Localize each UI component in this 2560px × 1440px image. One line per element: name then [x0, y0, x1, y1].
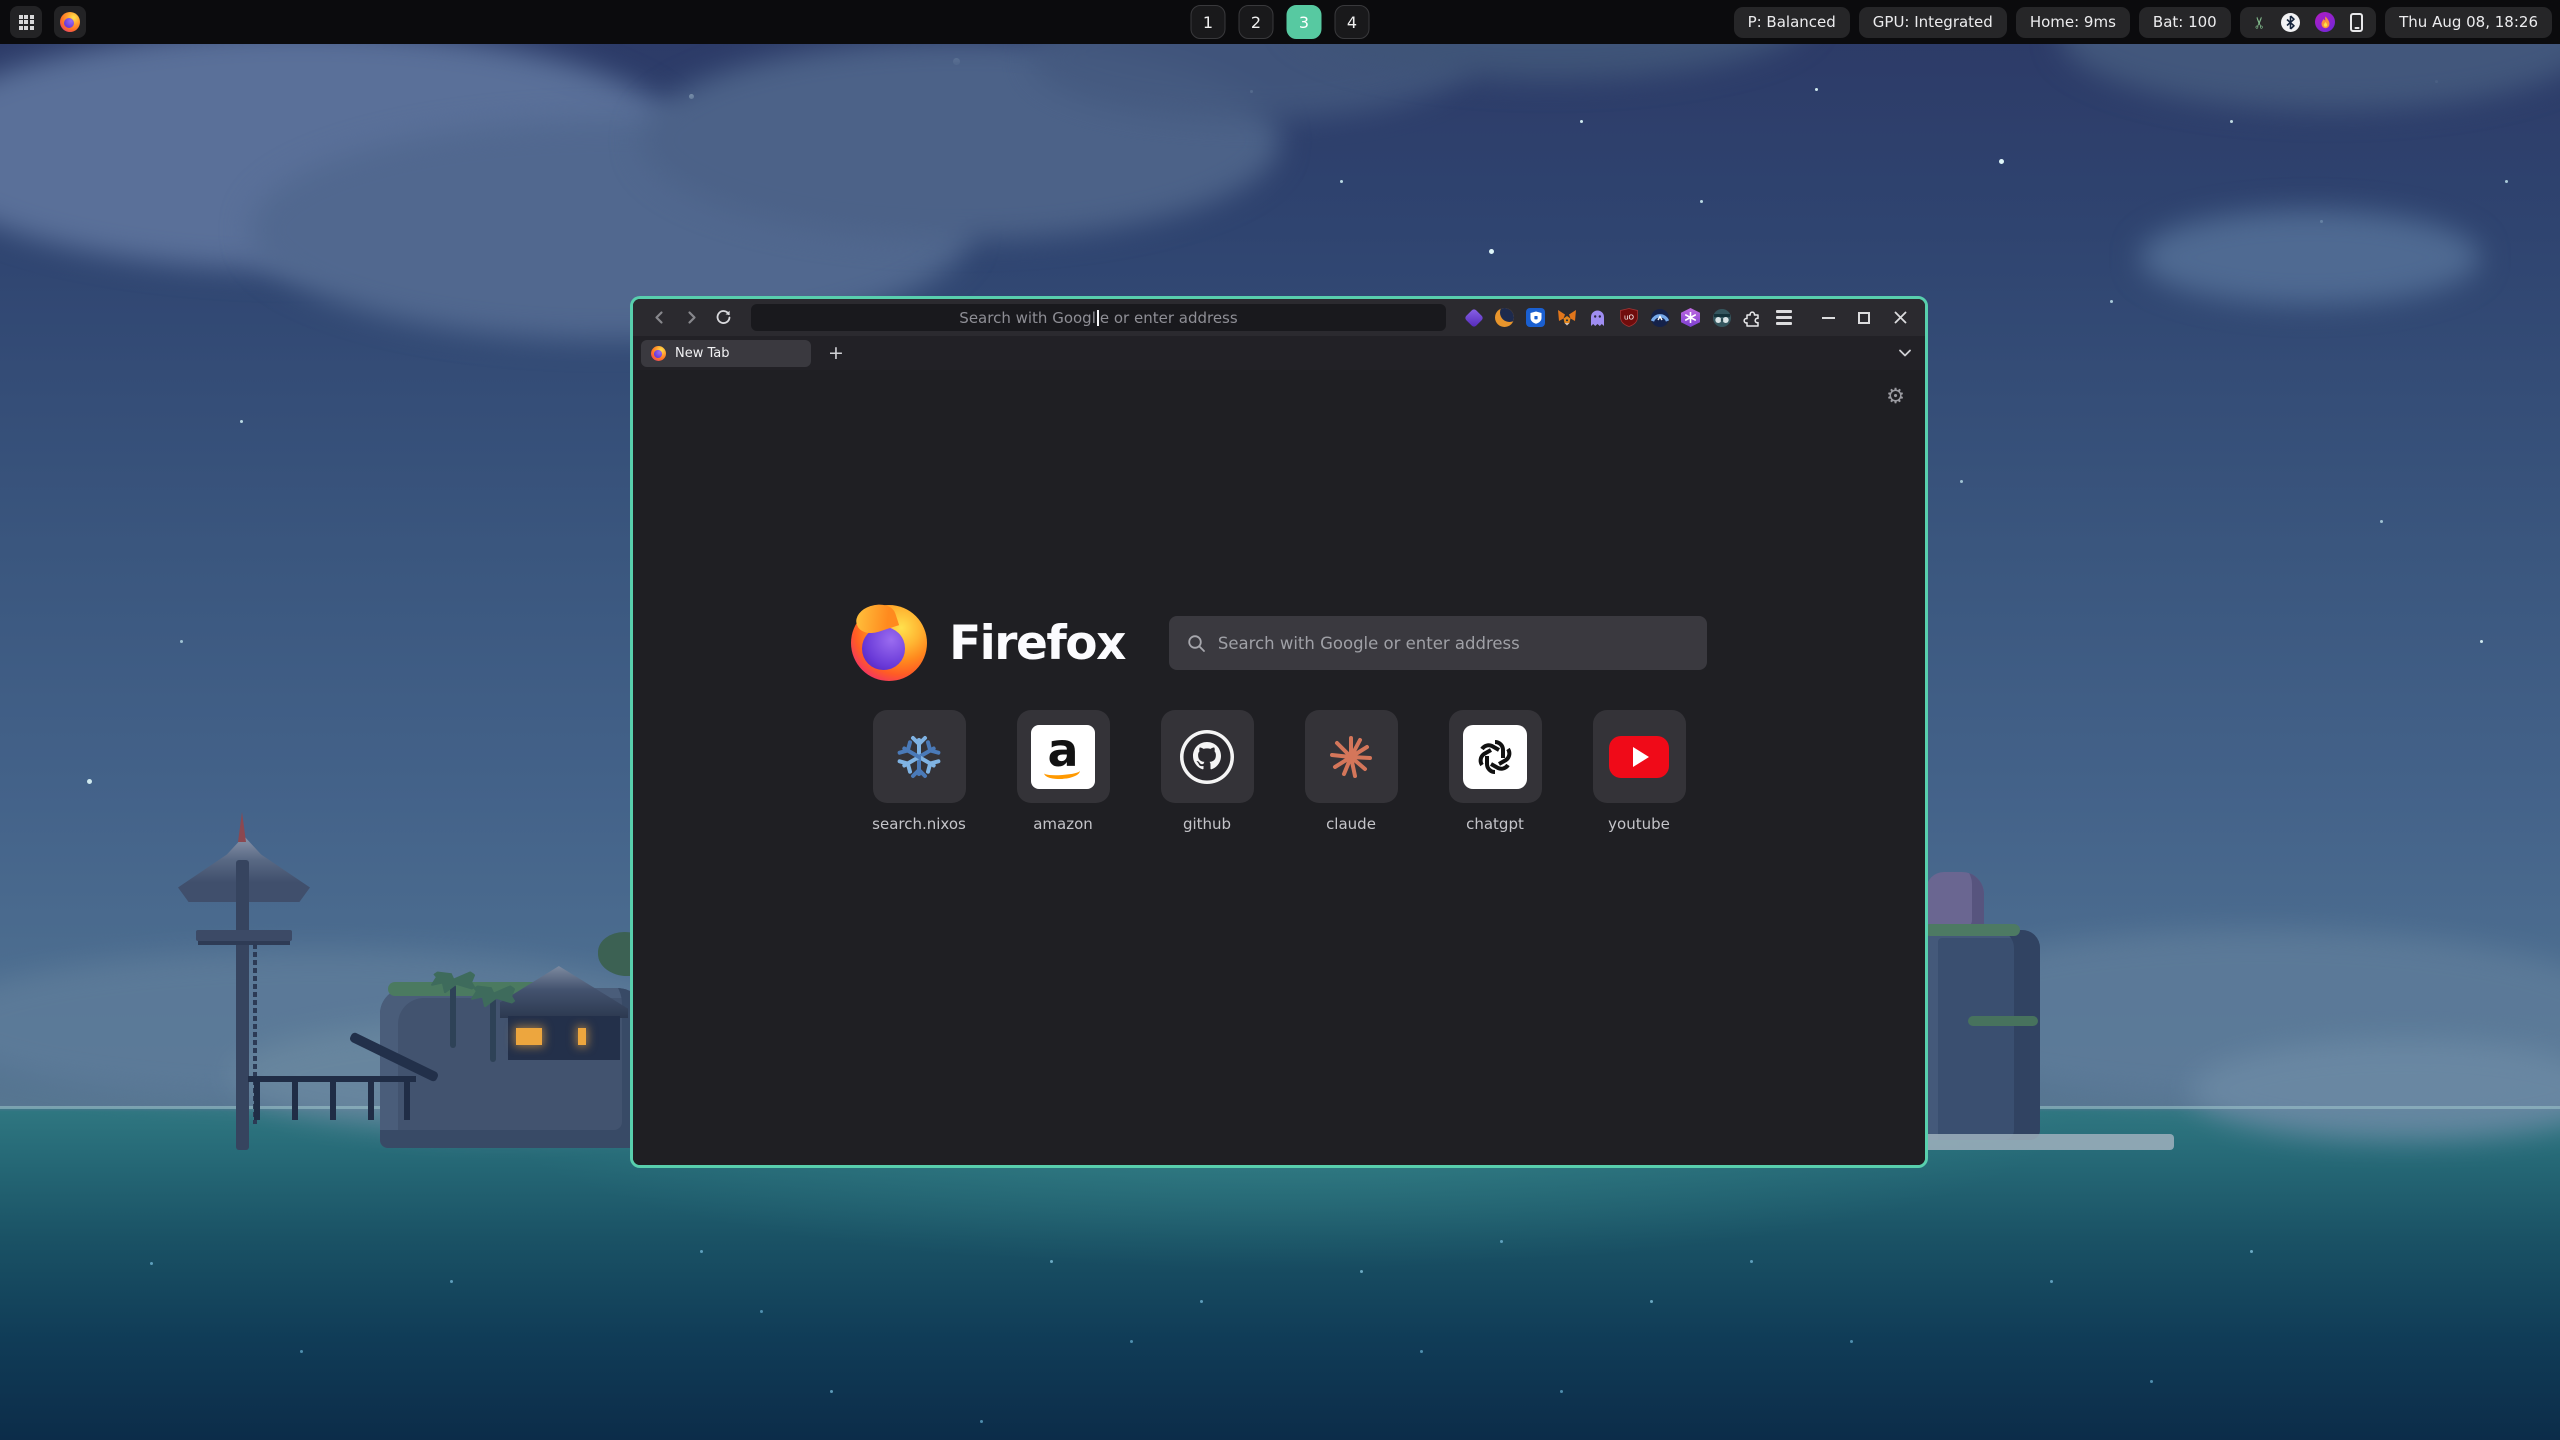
shortcut-label: youtube [1608, 815, 1670, 833]
shortcut-youtube[interactable]: youtube [1591, 710, 1687, 833]
system-tray: ✂ [2240, 7, 2376, 38]
firefox-launcher-button[interactable] [54, 6, 86, 38]
vpn-mountain-extension-icon[interactable] [1646, 305, 1673, 331]
tab-bar: New Tab + [633, 336, 1925, 370]
youtube-play-icon [1609, 736, 1669, 778]
maximize-button[interactable] [1851, 306, 1877, 330]
topbar: 1 2 3 4 P: Balanced GPU: Integrated Home… [0, 0, 2560, 44]
text-caret [1097, 310, 1099, 326]
shortcut-claude[interactable]: claude [1303, 710, 1399, 833]
island-hut [500, 966, 628, 1062]
personalize-gear-button[interactable]: ⚙ [1886, 384, 1905, 408]
minimize-button[interactable] [1815, 306, 1841, 330]
firefox-wordmark: Firefox [949, 616, 1125, 671]
ghostery-extension-icon[interactable] [1584, 305, 1611, 331]
menu-hamburger-button[interactable] [1770, 305, 1797, 331]
firefox-icon [60, 12, 80, 32]
watchtower-platform [196, 930, 292, 941]
url-bar[interactable]: Search with Googl e or enter address [751, 304, 1446, 331]
newtab-page: ⚙ Firefox [633, 370, 1925, 1165]
tab-new-tab[interactable]: New Tab [641, 340, 811, 367]
shortcut-label: github [1183, 815, 1231, 833]
network-latency-pill[interactable]: Home: 9ms [2016, 7, 2130, 38]
shortcut-search-nixos[interactable]: search.nixos [871, 710, 967, 833]
workspace-button-2[interactable]: 2 [1239, 5, 1274, 39]
privacy-spy-extension-icon[interactable] [1708, 305, 1735, 331]
github-octocat-icon [1178, 728, 1236, 786]
workspace-button-1[interactable]: 1 [1191, 5, 1226, 39]
tab-title: New Tab [675, 346, 730, 361]
dark-reader-extension-icon[interactable] [1491, 305, 1518, 331]
new-tab-button[interactable]: + [823, 340, 849, 366]
shortcut-label: claude [1326, 815, 1376, 833]
back-button[interactable] [645, 305, 673, 331]
shortcut-amazon[interactable]: a amazon [1015, 710, 1111, 833]
cloud [2140, 210, 2480, 305]
forward-button[interactable] [677, 305, 705, 331]
search-input[interactable] [1218, 634, 1689, 653]
urlbar-placeholder-right: e or enter address [1100, 309, 1238, 327]
workspace-button-3-active[interactable]: 3 [1287, 5, 1322, 39]
chatgpt-knot-icon [1463, 725, 1527, 789]
flame-icon[interactable] [2315, 12, 2335, 32]
newtab-hero: Firefox [633, 605, 1925, 681]
extensions-puzzle-button[interactable] [1739, 305, 1766, 331]
purple-gem-extension-icon[interactable] [1460, 305, 1487, 331]
browser-toolbar: Search with Googl e or enter address uO [633, 299, 1925, 336]
scissors-icon[interactable]: ✂ [2250, 15, 2269, 28]
app-launcher-button[interactable] [10, 6, 42, 38]
metamask-extension-icon[interactable] [1553, 305, 1580, 331]
tab-favicon [651, 346, 666, 361]
power-profile-pill[interactable]: P: Balanced [1734, 7, 1850, 38]
gpu-pill[interactable]: GPU: Integrated [1859, 7, 2007, 38]
amazon-icon: a [1031, 725, 1095, 789]
shortcut-github[interactable]: github [1159, 710, 1255, 833]
app-grid-icon [19, 15, 34, 30]
firefox-window: Search with Googl e or enter address uO [630, 296, 1928, 1168]
firefox-logo [851, 605, 927, 681]
tablet-icon[interactable] [2350, 13, 2363, 32]
urlbar-placeholder-left: Search with Googl [959, 309, 1096, 327]
close-button[interactable] [1887, 306, 1913, 330]
ublock-origin-extension-icon[interactable]: uO [1615, 305, 1642, 331]
bitwarden-extension-icon[interactable] [1522, 305, 1549, 331]
desktop: 1 2 3 4 P: Balanced GPU: Integrated Home… [0, 0, 2560, 1440]
shortcut-chatgpt[interactable]: chatgpt [1447, 710, 1543, 833]
window-controls [1815, 306, 1913, 330]
shortcuts-grid: search.nixos a amazon [633, 710, 1925, 833]
hex-asterisk-extension-icon[interactable] [1677, 305, 1704, 331]
bluetooth-icon[interactable] [2281, 13, 2300, 32]
watchtower-spire [238, 812, 246, 842]
right-island [1924, 856, 2190, 1156]
workspace-button-4[interactable]: 4 [1335, 5, 1370, 39]
workspace-switcher: 1 2 3 4 [1191, 0, 1370, 44]
battery-pill[interactable]: Bat: 100 [2139, 7, 2231, 38]
shortcut-label: amazon [1033, 815, 1093, 833]
tab-overflow-button[interactable] [1897, 336, 1913, 370]
nixos-snowflake-icon [896, 734, 942, 780]
clock-pill[interactable]: Thu Aug 08, 18:26 [2385, 7, 2552, 38]
shortcut-label: search.nixos [872, 815, 966, 833]
svg-text:uO: uO [1624, 314, 1634, 322]
reload-button[interactable] [709, 305, 737, 331]
newtab-search-box[interactable] [1169, 616, 1707, 670]
claude-starburst-icon [1327, 733, 1375, 781]
pier [248, 1072, 416, 1142]
search-icon [1187, 634, 1206, 653]
shortcut-label: chatgpt [1466, 815, 1524, 833]
